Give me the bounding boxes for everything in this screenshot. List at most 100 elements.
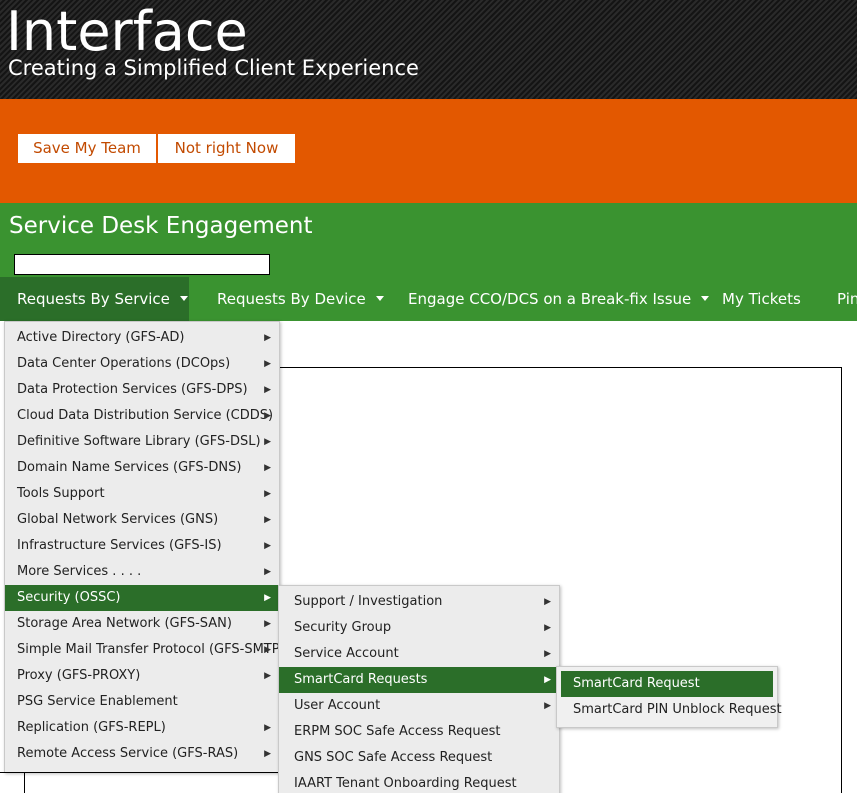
chevron-right-icon: ▶ <box>264 359 271 369</box>
save-my-team-button[interactable]: Save My Team <box>18 134 156 163</box>
menu-item-proxy[interactable]: Proxy (GFS-PROXY) ▶ <box>5 663 279 689</box>
menu-item-label: Replication (GFS-REPL) <box>17 720 166 735</box>
menu-item-label: Definitive Software Library (GFS-DSL) <box>17 434 261 449</box>
menu-item-gns[interactable]: Global Network Services (GNS) ▶ <box>5 507 279 533</box>
security-submenu: Support / Investigation ▶ Security Group ▶… <box>278 585 560 793</box>
chevron-right-icon: ▶ <box>264 645 271 655</box>
menu-item-label: Data Center Operations (DCOps) <box>17 356 231 371</box>
nav-label: Requests By Device <box>217 290 366 308</box>
menu-item-ras[interactable]: Remote Access Service (GFS-RAS) ▶ <box>5 741 279 767</box>
chevron-right-icon: ▶ <box>264 437 271 447</box>
chevron-right-icon: ▶ <box>264 541 271 551</box>
menu-item-label: Tools Support <box>17 486 105 501</box>
menu-item-smtp[interactable]: Simple Mail Transfer Protocol (GFS-SMTP)… <box>5 637 285 663</box>
submenu-item-pin-unblock[interactable]: SmartCard PIN Unblock Request <box>561 697 782 723</box>
menu-item-security[interactable]: Security (OSSC) ▶ <box>5 585 279 611</box>
chevron-right-icon: ▶ <box>264 333 271 343</box>
menu-item-label: Support / Investigation <box>294 594 443 609</box>
chevron-right-icon: ▶ <box>264 671 271 681</box>
menu-item-label: Remote Access Service (GFS-RAS) <box>17 746 239 761</box>
not-right-now-button[interactable]: Not right Now <box>158 134 295 163</box>
chevron-right-icon: ▶ <box>544 649 551 659</box>
menu-item-label: Simple Mail Transfer Protocol (GFS-SMTP) <box>17 642 285 657</box>
caret-down-icon <box>375 295 384 301</box>
menu-item-label: Proxy (GFS-PROXY) <box>17 668 141 683</box>
nav-requests-by-device[interactable]: Requests By Device <box>217 277 384 321</box>
menu-item-replication[interactable]: Replication (GFS-REPL) ▶ <box>5 715 279 741</box>
menu-item-label: Cloud Data Distribution Service (CDDS) <box>17 408 274 423</box>
submenu-item-smartcard-requests[interactable]: SmartCard Requests ▶ <box>279 667 559 693</box>
submenu-item-support[interactable]: Support / Investigation ▶ <box>279 589 559 615</box>
smartcard-submenu: SmartCard Request SmartCard PIN Unblock … <box>556 666 782 728</box>
caret-down-icon <box>179 295 188 301</box>
menu-item-label: Domain Name Services (GFS-DNS) <box>17 460 242 475</box>
chevron-right-icon: ▶ <box>264 489 271 499</box>
menu-item-dns[interactable]: Domain Name Services (GFS-DNS) ▶ <box>5 455 279 481</box>
section-title: Service Desk Engagement <box>9 213 313 239</box>
menu-item-san[interactable]: Storage Area Network (GFS-SAN) ▶ <box>5 611 279 637</box>
chevron-right-icon: ▶ <box>264 411 271 421</box>
nav-label: My Tickets <box>722 290 801 308</box>
menu-item-is[interactable]: Infrastructure Services (GFS-IS) ▶ <box>5 533 279 559</box>
menu-item-label: Data Protection Services (GFS-DPS) <box>17 382 248 397</box>
submenu-item-user-account[interactable]: User Account ▶ <box>279 693 559 719</box>
prompt-banner: Save My Team Not right Now <box>0 99 857 203</box>
submenu-item-gns-soc[interactable]: GNS SOC Safe Access Request <box>279 745 559 771</box>
site-header: Interface Creating a Simplified Client E… <box>0 0 857 99</box>
menu-item-label: Global Network Services (GNS) <box>17 512 219 527</box>
chevron-right-icon: ▶ <box>264 567 271 577</box>
submenu-item-security-group[interactable]: Security Group ▶ <box>279 615 559 641</box>
chevron-right-icon: ▶ <box>544 597 551 607</box>
menu-item-dps[interactable]: Data Protection Services (GFS-DPS) ▶ <box>5 377 279 403</box>
divider <box>0 772 278 773</box>
menu-item-label: IAART Tenant Onboarding Request <box>294 776 517 791</box>
chevron-right-icon: ▶ <box>264 385 271 395</box>
submenu-item-iaart[interactable]: IAART Tenant Onboarding Request <box>279 771 559 793</box>
menu-item-dsl[interactable]: Definitive Software Library (GFS-DSL) ▶ <box>5 429 279 455</box>
menu-item-label: Active Directory (GFS-AD) <box>17 330 185 345</box>
submenu-item-erpm[interactable]: ERPM SOC Safe Access Request <box>279 719 559 745</box>
menu-item-label: GNS SOC Safe Access Request <box>294 750 493 765</box>
submenu-item-smartcard-request[interactable]: SmartCard Request <box>561 671 773 697</box>
menu-item-label: Service Account <box>294 646 399 661</box>
nav-label: Pin <box>837 290 857 308</box>
menu-item-label: More Services . . . . <box>17 564 142 579</box>
search-input[interactable] <box>14 254 270 275</box>
chevron-right-icon: ▶ <box>264 619 271 629</box>
service-desk-section: Service Desk Engagement <box>0 203 857 277</box>
menu-item-tools-support[interactable]: Tools Support ▶ <box>5 481 279 507</box>
submenu-item-service-account[interactable]: Service Account ▶ <box>279 641 559 667</box>
nav-my-tickets[interactable]: My Tickets <box>722 277 801 321</box>
nav-pin[interactable]: Pin <box>837 277 857 321</box>
menu-item-label: User Account <box>294 698 381 713</box>
menu-item-label: Infrastructure Services (GFS-IS) <box>17 538 222 553</box>
menu-item-more-services[interactable]: More Services . . . . ▶ <box>5 559 279 585</box>
menu-item-label: SmartCard Requests <box>294 672 428 687</box>
chevron-right-icon: ▶ <box>264 515 271 525</box>
nav-label: Engage CCO/DCS on a Break-fix Issue <box>408 290 692 308</box>
menu-item-label: Security (OSSC) <box>17 590 121 605</box>
services-menu: Active Directory (GFS-AD) ▶ Data Center O… <box>4 321 285 773</box>
menu-item-label: SmartCard PIN Unblock Request <box>573 702 782 717</box>
chevron-right-icon: ▶ <box>544 675 551 685</box>
chevron-right-icon: ▶ <box>544 623 551 633</box>
chevron-right-icon: ▶ <box>544 701 551 711</box>
chevron-right-icon: ▶ <box>264 723 271 733</box>
chevron-right-icon: ▶ <box>264 749 271 759</box>
menu-item-psg[interactable]: PSG Service Enablement <box>5 689 279 715</box>
menu-item-label: Security Group <box>294 620 392 635</box>
chevron-right-icon: ▶ <box>264 463 271 473</box>
menu-item-active-directory[interactable]: Active Directory (GFS-AD) ▶ <box>5 325 279 351</box>
menu-item-dcops[interactable]: Data Center Operations (DCOps) ▶ <box>5 351 279 377</box>
menu-item-label: ERPM SOC Safe Access Request <box>294 724 501 739</box>
main-nav: Requests By Service Requests By Device E… <box>0 277 857 321</box>
site-title: Interface <box>6 0 248 63</box>
nav-requests-by-service[interactable]: Requests By Service <box>0 277 189 321</box>
menu-item-cdds[interactable]: Cloud Data Distribution Service (CDDS) ▶ <box>5 403 279 429</box>
nav-label: Requests By Service <box>17 290 170 308</box>
caret-down-icon <box>701 295 710 301</box>
menu-item-label: Storage Area Network (GFS-SAN) <box>17 616 232 631</box>
menu-item-label: SmartCard Request <box>573 676 700 691</box>
nav-engage-cco-dcs[interactable]: Engage CCO/DCS on a Break-fix Issue <box>408 277 710 321</box>
menu-item-label: PSG Service Enablement <box>17 694 178 709</box>
